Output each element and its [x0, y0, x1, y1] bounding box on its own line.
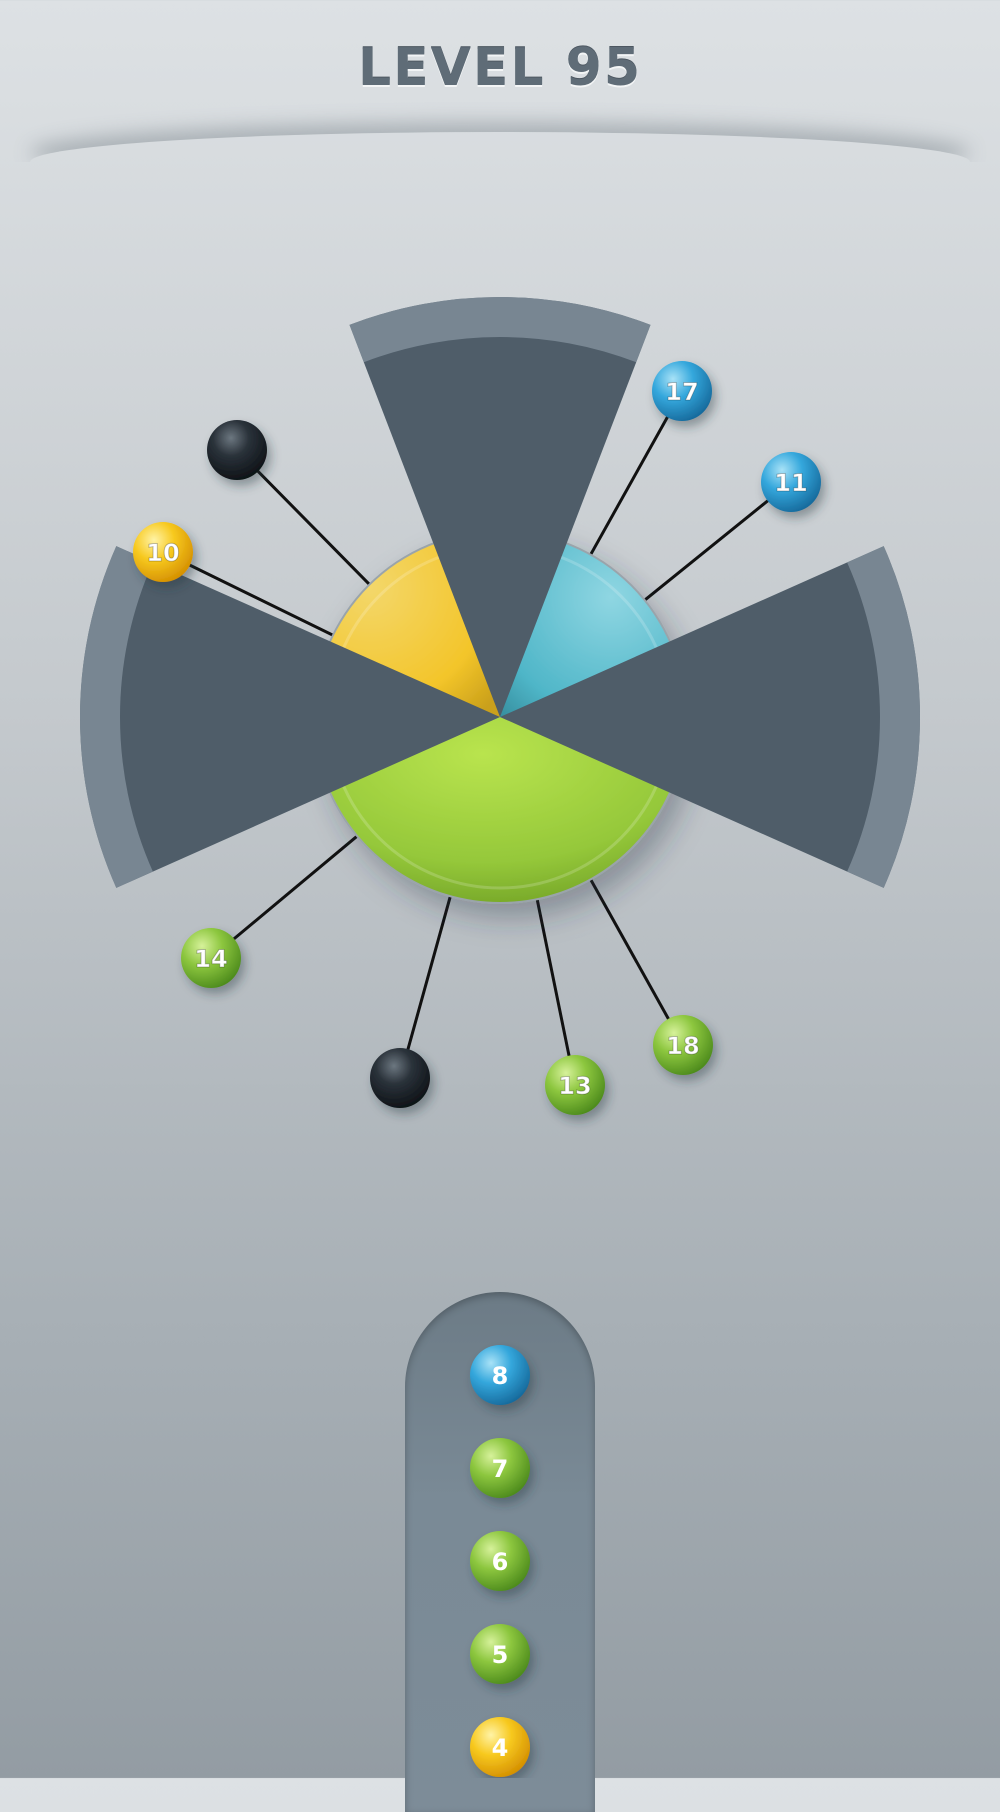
ball-number: 14	[194, 945, 227, 973]
pinned-ball-blue: 11	[761, 452, 821, 512]
pinned-ball-blue: 17	[652, 361, 712, 421]
ball-number: 10	[146, 539, 179, 567]
pinned-ball-green: 13	[545, 1055, 605, 1115]
pinned-ball-yellow: 10	[133, 522, 193, 582]
ball-black	[207, 420, 267, 480]
pinned-ball-black	[370, 1048, 430, 1108]
ball-number: 18	[666, 1032, 699, 1060]
pinned-ball-green: 18	[653, 1015, 713, 1075]
ball-number: 11	[774, 469, 807, 497]
ball-black	[370, 1048, 430, 1108]
pinned-ball-black	[207, 420, 267, 480]
pin-line	[533, 888, 577, 1086]
ball-number: 13	[558, 1072, 591, 1100]
ball-queue	[405, 1292, 595, 1812]
pinned-ball-green: 14	[181, 928, 241, 988]
ball-number: 17	[665, 378, 698, 406]
pin-line	[210, 827, 367, 960]
pin-line	[583, 869, 685, 1046]
